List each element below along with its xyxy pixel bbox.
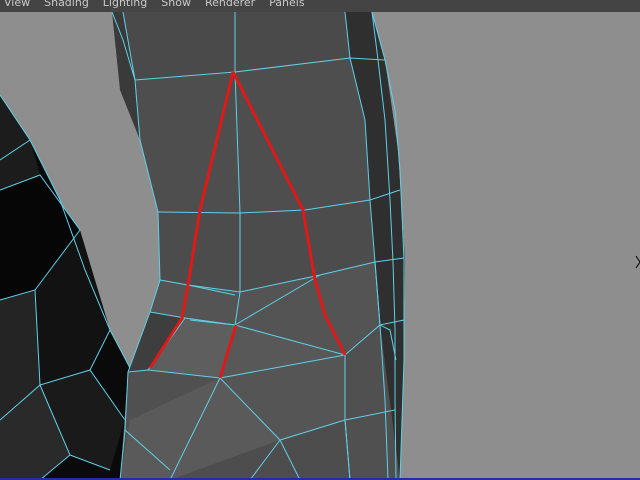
panel-menu-bar: View Shading Lighting Show Renderer Pane… — [0, 0, 640, 12]
main-mesh[interactable] — [112, 12, 405, 480]
menu-lighting[interactable]: Lighting — [96, 0, 154, 12]
cursor-mark — [635, 255, 640, 269]
menu-shading[interactable]: Shading — [37, 0, 96, 12]
left-mesh[interactable] — [0, 94, 131, 480]
viewport-canvas[interactable] — [0, 12, 640, 480]
menu-view[interactable]: View — [0, 0, 37, 12]
menu-panels[interactable]: Panels — [262, 0, 311, 12]
perspective-viewport[interactable] — [0, 12, 640, 480]
menu-renderer[interactable]: Renderer — [198, 0, 262, 12]
menu-show[interactable]: Show — [154, 0, 198, 12]
